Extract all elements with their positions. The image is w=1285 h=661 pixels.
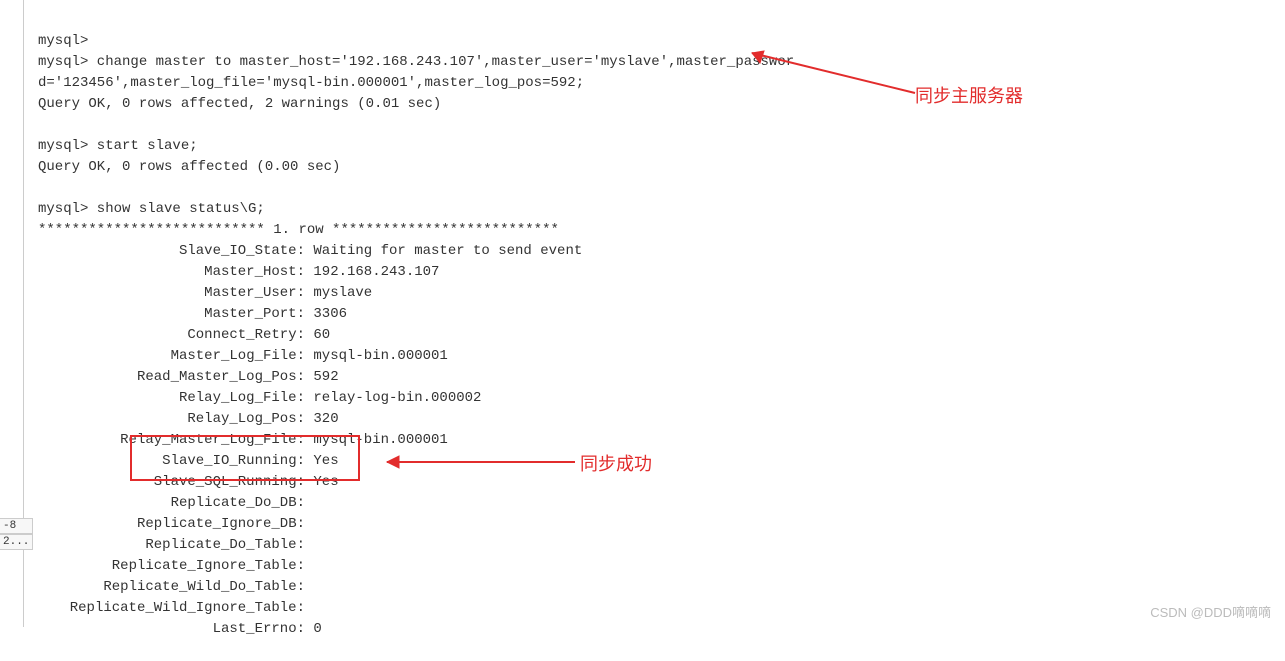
status-label: Master_Log_File: <box>38 346 305 367</box>
status-row: Read_Master_Log_Pos: 592 <box>38 367 1285 388</box>
status-label: Read_Master_Log_Pos: <box>38 367 305 388</box>
status-label: Last_Errno: <box>38 619 305 640</box>
status-value <box>305 535 313 556</box>
arrow-top <box>740 45 940 105</box>
watermark: CSDN @DDD嘀嘀嘀 <box>1150 602 1271 621</box>
status-value: 0 <box>305 619 322 640</box>
arrow-bottom <box>375 452 585 472</box>
status-row: Relay_Log_Pos: 320 <box>38 409 1285 430</box>
status-row: Replicate_Do_DB: <box>38 493 1285 514</box>
status-label: Relay_Log_Pos: <box>38 409 305 430</box>
status-label: Master_Host: <box>38 262 305 283</box>
status-value <box>305 493 313 514</box>
status-label: Replicate_Do_Table: <box>38 535 305 556</box>
status-label: Master_Port: <box>38 304 305 325</box>
terminal-line: Query OK, 0 rows affected, 2 warnings (0… <box>38 96 441 112</box>
status-row: Master_User: myslave <box>38 283 1285 304</box>
status-label: Connect_Retry: <box>38 325 305 346</box>
status-row: Replicate_Ignore_Table: <box>38 556 1285 577</box>
status-row: Relay_Log_File: relay-log-bin.000002 <box>38 388 1285 409</box>
status-row: Replicate_Ignore_DB: <box>38 514 1285 535</box>
status-value: 60 <box>305 325 330 346</box>
sidebar-tabs: -8 2... <box>0 518 33 550</box>
status-label: Replicate_Ignore_DB: <box>38 514 305 535</box>
terminal-line: Query OK, 0 rows affected (0.00 sec) <box>38 159 340 175</box>
status-row: Master_Log_File: mysql-bin.000001 <box>38 346 1285 367</box>
status-row: Connect_Retry: 60 <box>38 325 1285 346</box>
terminal-line: d='123456',master_log_file='mysql-bin.00… <box>38 75 584 91</box>
terminal-line: mysql> show slave status\G; <box>38 201 265 217</box>
status-value: myslave <box>305 283 372 304</box>
sidebar-tab[interactable]: 2... <box>0 534 32 550</box>
terminal-output: mysql> mysql> change master to master_ho… <box>0 0 1285 661</box>
status-value <box>305 598 313 619</box>
annotation-sync-success: 同步成功 <box>580 450 652 476</box>
status-label: Replicate_Wild_Do_Table: <box>38 577 305 598</box>
terminal-line: mysql> <box>38 33 88 49</box>
status-value: Waiting for master to send event <box>305 241 582 262</box>
status-row: Master_Host: 192.168.243.107 <box>38 262 1285 283</box>
status-label: Replicate_Wild_Ignore_Table: <box>38 598 305 619</box>
status-value <box>305 577 313 598</box>
status-row: Slave_IO_State: Waiting for master to se… <box>38 241 1285 262</box>
status-row: Replicate_Wild_Do_Table: <box>38 577 1285 598</box>
status-label: Master_User: <box>38 283 305 304</box>
status-value: 3306 <box>305 304 347 325</box>
status-label: Relay_Log_File: <box>38 388 305 409</box>
terminal-line: mysql> change master to master_host='192… <box>38 54 794 70</box>
terminal-line: *************************** 1. row *****… <box>38 222 559 238</box>
status-value <box>305 556 313 577</box>
status-label: Replicate_Ignore_Table: <box>38 556 305 577</box>
highlight-box <box>130 435 360 481</box>
status-row: Replicate_Do_Table: <box>38 535 1285 556</box>
status-value: 592 <box>305 367 339 388</box>
status-value: 320 <box>305 409 339 430</box>
status-row: Master_Port: 3306 <box>38 304 1285 325</box>
status-value <box>305 514 313 535</box>
status-row: Replicate_Wild_Ignore_Table: <box>38 598 1285 619</box>
status-value: relay-log-bin.000002 <box>305 388 481 409</box>
sidebar-tab[interactable]: -8 <box>0 518 32 534</box>
status-row: Last_Errno: 0 <box>38 619 1285 640</box>
status-value: 192.168.243.107 <box>305 262 439 283</box>
terminal-line: mysql> start slave; <box>38 138 198 154</box>
status-label: Slave_IO_State: <box>38 241 305 262</box>
status-label: Replicate_Do_DB: <box>38 493 305 514</box>
status-value: mysql-bin.000001 <box>305 346 448 367</box>
